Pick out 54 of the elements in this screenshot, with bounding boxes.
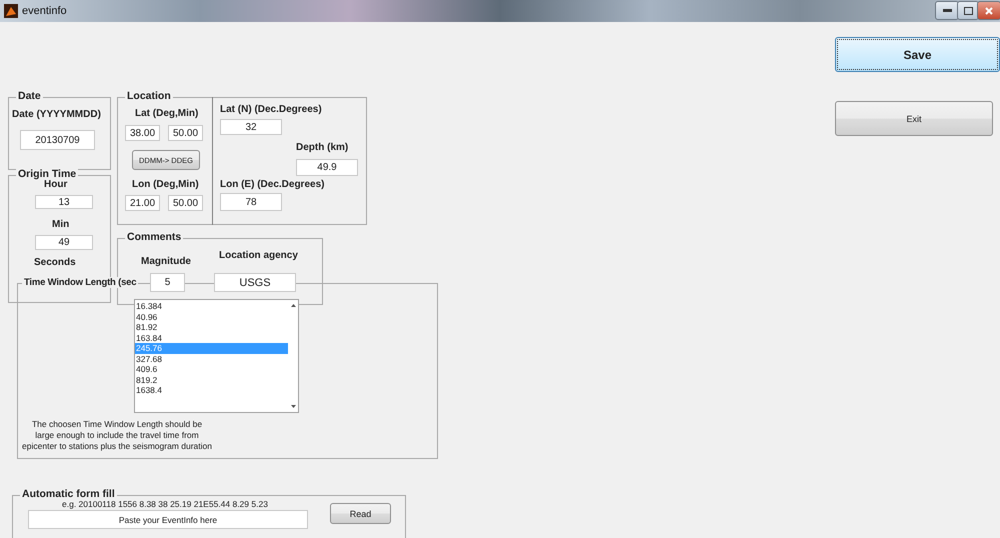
agency-field[interactable]: USGS xyxy=(214,273,296,292)
field-label: Lat (N) (Dec.Degrees) xyxy=(220,104,322,115)
list-item[interactable]: 40.96 xyxy=(135,312,288,322)
field-label: Hour xyxy=(44,179,68,190)
panel-title: Automatic form fill xyxy=(20,488,117,500)
close-icon xyxy=(985,6,993,14)
magnitude-field[interactable]: 5 xyxy=(150,273,185,292)
time-window-list[interactable]: 16.384 40.96 81.92 163.84 245.76 327.68 409.6 819.2 1638.4 xyxy=(134,299,299,413)
maximize-icon xyxy=(964,6,972,14)
list-item[interactable]: 327.68 xyxy=(135,354,288,364)
lon-degrees-field[interactable]: 21.00 xyxy=(125,195,160,211)
exit-button[interactable]: Exit xyxy=(835,101,993,136)
minimize-icon xyxy=(942,9,952,12)
panel-title: Location xyxy=(125,90,173,102)
minute-field[interactable]: 49 xyxy=(35,235,93,250)
read-button[interactable]: Read xyxy=(330,503,391,524)
list-item[interactable]: 81.92 xyxy=(135,322,288,332)
close-button[interactable] xyxy=(977,1,1000,20)
field-label: Lon (E) (Dec.Degrees) xyxy=(220,179,324,190)
hour-field[interactable]: 13 xyxy=(35,195,93,209)
lat-degrees-field[interactable]: 38.00 xyxy=(125,125,160,141)
example-text: e.g. 20100118 1556 8.38 38 25.19 21E55.44 8.29 5.23 xyxy=(62,499,268,509)
lon-decimal-field[interactable]: 78 xyxy=(220,193,282,211)
list-item[interactable]: 163.84 xyxy=(135,332,288,343)
field-label: Depth (km) xyxy=(296,142,348,153)
date-field[interactable]: 20130709 xyxy=(20,130,95,150)
lat-minutes-field[interactable]: 50.00 xyxy=(168,125,203,141)
scroll-up-icon[interactable] xyxy=(290,304,296,307)
panel-title: Date xyxy=(16,90,43,102)
field-label: Min xyxy=(52,219,70,230)
maximize-button[interactable] xyxy=(957,1,979,20)
list-item[interactable]: 1638.4 xyxy=(135,385,288,396)
panel-title: Comments xyxy=(125,231,184,243)
field-label: Seconds xyxy=(34,257,76,268)
field-label: Date (YYYYMMDD) xyxy=(12,109,101,120)
save-button[interactable]: Save xyxy=(835,37,1000,72)
scroll-down-icon[interactable] xyxy=(290,405,296,408)
field-label: Lon (Deg,Min) xyxy=(132,179,199,190)
event-info-field[interactable]: Paste your EventInfo here xyxy=(28,510,308,529)
list-item[interactable]: 409.6 xyxy=(135,364,288,374)
hint-text: The choosen Time Window Length should be large enough to include the travel time from epicenter to stations plus the seismogram duration xyxy=(22,419,212,452)
app-icon xyxy=(4,4,18,18)
lat-decimal-field[interactable]: 32 xyxy=(220,119,282,135)
panel-title: Time Window Length (sec xyxy=(22,277,138,288)
list-item[interactable]: 819.2 xyxy=(135,374,288,385)
window-title: eventinfo xyxy=(22,5,67,17)
list-item[interactable]: 16.384 xyxy=(135,301,288,312)
field-label: Magnitude xyxy=(141,256,191,267)
depth-field[interactable]: 49.9 xyxy=(296,159,358,176)
field-label: Lat (Deg,Min) xyxy=(135,108,198,119)
minimize-button[interactable] xyxy=(935,1,959,20)
panel-title: Origin Time xyxy=(16,168,78,180)
lon-minutes-field[interactable]: 50.00 xyxy=(168,195,203,211)
field-label: Location agency xyxy=(219,250,298,261)
